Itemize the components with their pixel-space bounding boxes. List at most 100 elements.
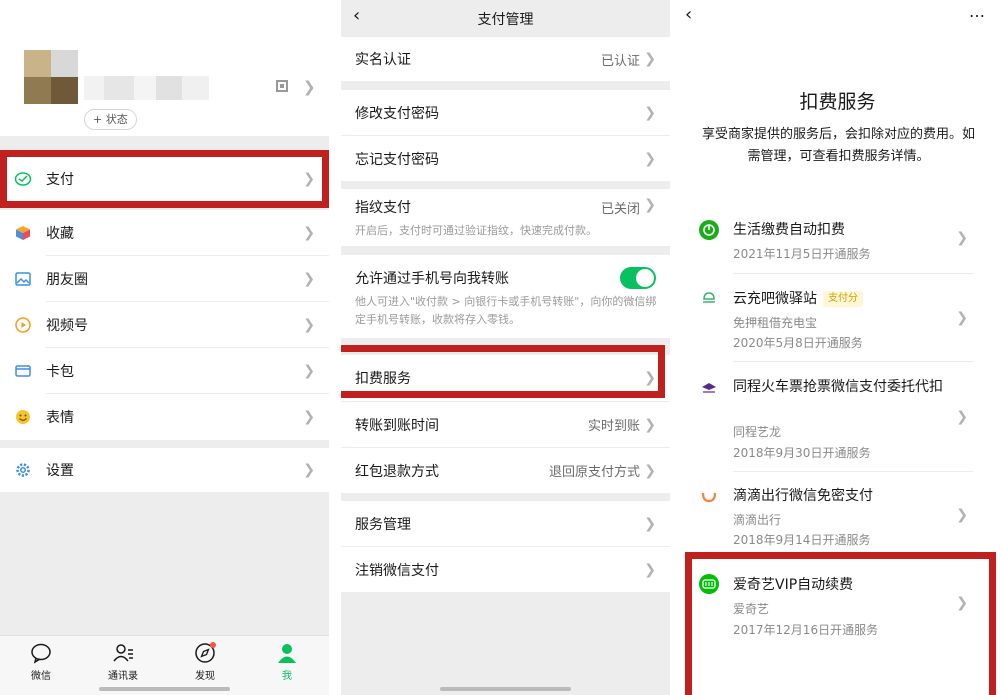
chevron-right-icon: ❯ — [303, 78, 316, 96]
row-real-name[interactable]: 实名认证 已认证 ❯ — [341, 37, 670, 81]
service-name: 滴滴出行微信免密支付 — [733, 488, 873, 504]
service-merchant: 同程艺龙 — [733, 425, 782, 439]
toggle-knob — [636, 269, 654, 287]
compass-icon — [195, 642, 216, 663]
row-fingerprint[interactable]: 指纹支付 已关闭 ❯ 开启后，支付时可通过验证指纹，快速完成付款。 — [341, 189, 670, 246]
row-label: 红包退款方式 — [355, 463, 439, 480]
row-forgot-password[interactable]: 忘记支付密码 ❯ — [341, 136, 670, 181]
service-merchant: 滴滴出行 — [733, 513, 782, 527]
chevron-right-icon: ❯ — [956, 230, 968, 246]
service-name-row: 云充吧微驿站 支付分 — [733, 288, 863, 310]
home-indicator — [99, 687, 230, 691]
menu-item-card-wallet[interactable]: 卡包 ❯ — [0, 348, 329, 394]
row-description: 开启后，支付时可通过验证指纹，快速完成付款。 — [355, 224, 597, 237]
row-change-password[interactable]: 修改支付密码 ❯ — [341, 90, 670, 135]
service-date: 2018年9月14日开通服务 — [733, 533, 871, 547]
highlight-box — [685, 552, 996, 695]
home-indicator — [440, 687, 571, 691]
menu-item-stickers[interactable]: 表情 ❯ — [0, 394, 329, 440]
chat-icon — [31, 643, 51, 664]
tab-discover[interactable]: 发现 — [180, 642, 230, 682]
service-item[interactable]: 同程火车票抢票微信支付委托代扣 同程艺龙 2018年9月30日开通服务 ❯ — [695, 364, 973, 470]
gear-icon — [14, 461, 32, 479]
me-screen: ❯ + 状态 支付 ❯ 收藏 ❯ 朋友圈 ❯ 视频号 ❯ 卡包 ❯ 表情 ❯ 设… — [0, 0, 329, 695]
row-service-management[interactable]: 服务管理 ❯ — [341, 501, 670, 546]
menu-item-label: 表情 — [46, 410, 74, 426]
tab-label: 通讯录 — [108, 671, 138, 682]
chevron-right-icon: ❯ — [303, 271, 315, 287]
blurred-nickname — [84, 76, 209, 100]
service-date: 2020年5月8日开通服务 — [733, 336, 863, 350]
chevron-right-icon: ❯ — [956, 310, 968, 326]
chevron-right-icon: ❯ — [644, 561, 656, 578]
tab-label: 我 — [282, 671, 292, 682]
service-date: 2021年11月5日开通服务 — [733, 247, 871, 261]
card-icon — [14, 362, 32, 380]
divider — [733, 361, 973, 362]
row-red-packet-refund[interactable]: 红包退款方式 退回原支付方式 ❯ — [341, 448, 670, 493]
menu-item-moments[interactable]: 朋友圈 ❯ — [0, 256, 329, 302]
menu-item-favorites[interactable]: 收藏 ❯ — [0, 210, 329, 256]
tab-label: 发现 — [195, 671, 215, 682]
row-transfer-time[interactable]: 转账到账时间 实时到账 ❯ — [341, 402, 670, 447]
service-badge: 支付分 — [823, 291, 863, 307]
page-description: 享受商家提供的服务后，会扣除对应的费用。如需管理，可查看扣费服务详情。 — [701, 127, 975, 164]
chevron-right-icon: ❯ — [303, 225, 315, 241]
tab-bar: 微信 通讯录 发现 我 — [0, 635, 329, 695]
row-label: 服务管理 — [355, 516, 411, 533]
service-item[interactable]: 滴滴出行微信免密支付 滴滴出行 2018年9月14日开通服务 ❯ — [695, 475, 973, 557]
divider — [733, 273, 973, 274]
highlight-box — [0, 150, 329, 208]
row-label: 忘记支付密码 — [355, 151, 439, 168]
chevron-right-icon: ❯ — [644, 104, 656, 121]
payment-management-screen: ‹ 支付管理 实名认证 已认证 ❯ 修改支付密码 ❯ 忘记支付密码 ❯ 指纹支付… — [341, 0, 670, 695]
back-arrow-icon[interactable]: ‹ — [685, 4, 692, 25]
chevron-right-icon: ❯ — [644, 51, 656, 67]
row-cancel-wechat-pay[interactable]: 注销微信支付 ❯ — [341, 547, 670, 592]
chevron-right-icon: ❯ — [644, 462, 656, 479]
avatar[interactable] — [24, 50, 78, 104]
chevron-right-icon: ❯ — [644, 197, 656, 213]
row-label: 允许通过手机号向我转账 — [355, 271, 509, 287]
menu-item-channels[interactable]: 视频号 ❯ — [0, 302, 329, 348]
highlight-box — [341, 345, 665, 398]
service-item[interactable]: 云充吧微驿站 支付分 免押租借充电宝 2020年5月8日开通服务 ❯ — [695, 276, 973, 360]
chevron-right-icon: ❯ — [644, 416, 656, 433]
profile-header[interactable]: ❯ + 状态 — [0, 0, 329, 136]
status-button[interactable]: + 状态 — [84, 109, 137, 130]
nav-bar: ‹ 支付管理 — [341, 0, 670, 36]
tab-contacts[interactable]: 通讯录 — [98, 642, 148, 682]
service-logo-icon — [699, 288, 719, 308]
row-label: 修改支付密码 — [355, 105, 439, 122]
service-logo-icon — [699, 485, 719, 505]
service-name: 同程火车票抢票微信支付委托代扣 — [733, 379, 943, 395]
page-title: 支付管理 — [477, 12, 534, 28]
service-item[interactable]: 生活缴费自动扣费 2021年11月5日开通服务 ❯ — [695, 208, 973, 274]
row-label: 注销微信支付 — [355, 562, 439, 579]
chevron-right-icon: ❯ — [303, 462, 315, 478]
chevron-right-icon: ❯ — [303, 409, 315, 425]
menu-item-label: 卡包 — [46, 364, 74, 380]
more-icon[interactable]: … — [969, 2, 986, 21]
photo-icon — [14, 270, 32, 288]
service-name: 生活缴费自动扣费 — [733, 222, 845, 238]
row-label: 实名认证 — [355, 52, 411, 68]
menu-item-label: 设置 — [46, 463, 74, 479]
qr-code-icon[interactable] — [276, 80, 288, 92]
row-value: 退回原支付方式 — [548, 465, 640, 480]
chevron-right-icon: ❯ — [303, 363, 315, 379]
tab-label: 微信 — [31, 671, 51, 682]
divider — [733, 471, 973, 472]
tab-chats[interactable]: 微信 — [16, 642, 66, 682]
chevron-right-icon: ❯ — [956, 507, 968, 523]
page-title: 扣费服务 — [799, 91, 876, 113]
menu-item-settings[interactable]: 设置 ❯ — [0, 448, 329, 492]
phone-transfer-toggle[interactable] — [620, 267, 656, 289]
smile-icon — [14, 408, 32, 426]
row-description: 他人可进入"收付款 > 向银行卡或手机号转账"，向你的微信绑定手机号转账，收款将… — [355, 295, 657, 326]
service-logo-icon — [699, 378, 719, 398]
tab-me[interactable]: 我 — [262, 642, 312, 682]
deduction-services-screen: ‹ … 扣费服务 享受商家提供的服务后，会扣除对应的费用。如需管理，可查看扣费服… — [675, 0, 1000, 695]
service-merchant: 免押租借充电宝 — [733, 316, 818, 330]
row-label: 转账到账时间 — [355, 417, 439, 434]
